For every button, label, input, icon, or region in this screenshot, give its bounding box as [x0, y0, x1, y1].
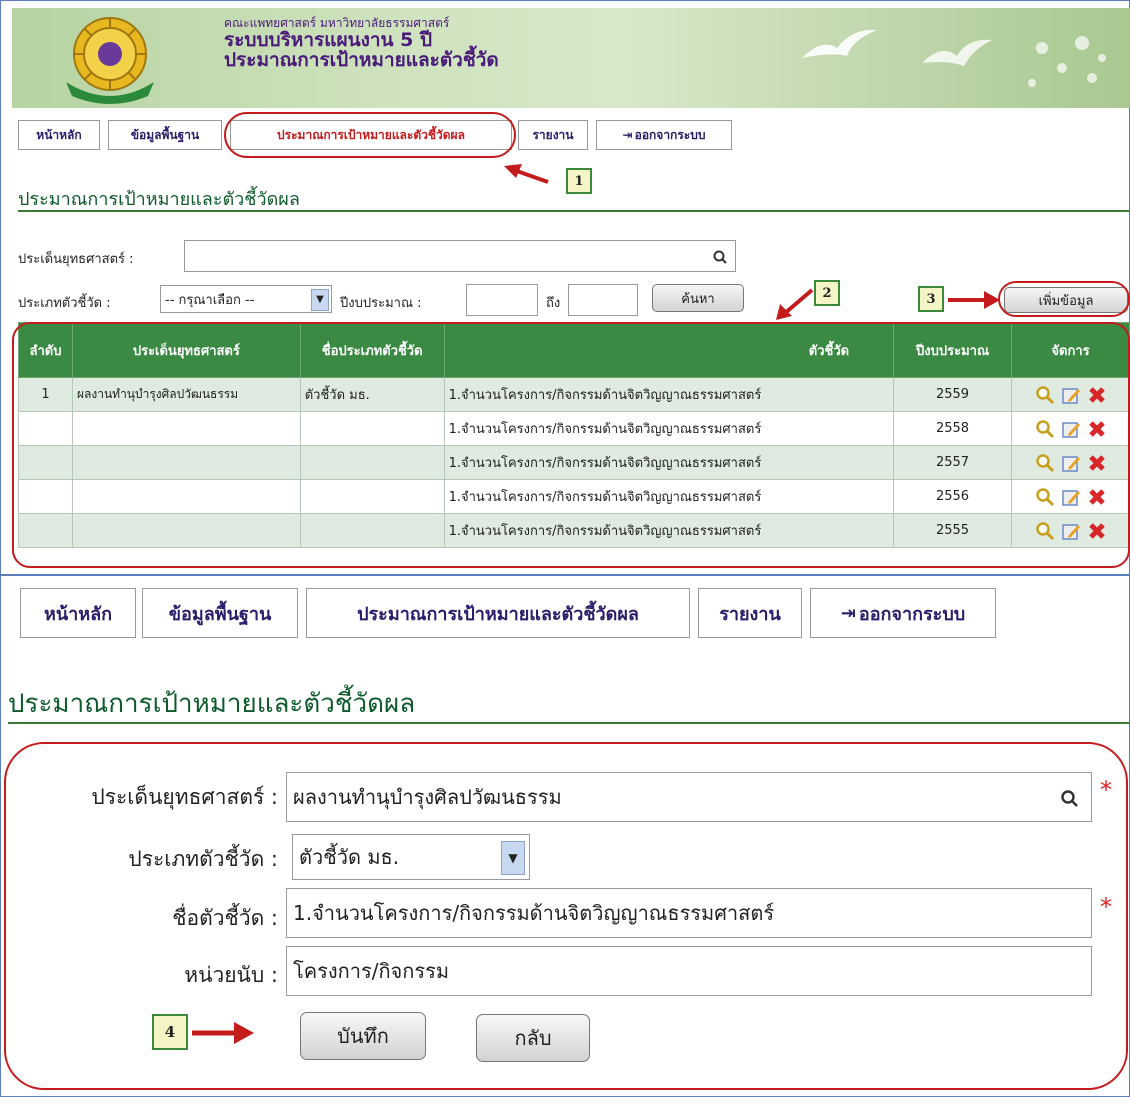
callout-2: 2	[814, 280, 840, 306]
nav-logout-label: ออกจากระบบ	[858, 603, 966, 625]
title-divider	[8, 722, 1130, 724]
logout-icon: ⇥	[622, 128, 633, 142]
search-icon[interactable]	[713, 250, 727, 264]
highlight-ring-table	[12, 322, 1130, 568]
strategy-filter-input[interactable]	[184, 240, 736, 272]
nav-home[interactable]: หน้าหลัก	[20, 588, 136, 638]
birds-decoration-icon	[802, 29, 1106, 87]
nav-basic-data[interactable]: ข้อมูลพื้นฐาน	[108, 120, 222, 150]
system-subtitle: ประมาณการเป้าหมายและตัวชี้วัด	[224, 49, 499, 71]
arrow-3-icon	[948, 291, 1000, 309]
year-to-label: ถึง	[546, 296, 561, 311]
type-filter-value: -- กรุณาเลือก --	[165, 292, 255, 308]
title-divider	[18, 210, 1130, 212]
nav-report[interactable]: รายงาน	[518, 120, 588, 150]
highlight-ring-add	[998, 281, 1130, 317]
year-to-input[interactable]	[568, 284, 638, 316]
nav-basic-data[interactable]: ข้อมูลพื้นฐาน	[142, 588, 298, 638]
nav-logout-label: ออกจากระบบ	[634, 127, 706, 142]
header-banner: คณะแพทยศาสตร์ มหาวิทยาลัยธรรมศาสตร์ ระบบ…	[12, 8, 1130, 108]
system-title: ระบบบริหารแผนงาน 5 ปี	[224, 29, 433, 51]
faculty-name: คณะแพทยศาสตร์ มหาวิทยาลัยธรรมศาสตร์	[224, 16, 450, 30]
year-from-input[interactable]	[466, 284, 538, 316]
callout-1: 1	[566, 168, 592, 194]
university-logo-icon	[66, 17, 154, 104]
nav-home[interactable]: หน้าหลัก	[18, 120, 100, 150]
highlight-ring-nav	[224, 112, 516, 158]
panel-divider	[0, 574, 1130, 576]
nav-report[interactable]: รายงาน	[698, 588, 802, 638]
highlight-ring-form	[4, 742, 1128, 1090]
strategy-filter-label: ประเด็นยุทธศาสตร์ :	[18, 252, 134, 267]
arrow-1-icon	[504, 164, 549, 184]
list-page-title: ประมาณการเป้าหมายและตัวชี้วัดผล	[18, 189, 300, 210]
logout-icon: ⇥	[840, 602, 856, 624]
callout-3: 3	[918, 286, 944, 312]
chevron-down-icon[interactable]: ▼	[311, 289, 329, 311]
type-filter-label: ประเภทตัวชี้วัด :	[18, 296, 111, 311]
form-page-title: ประมาณการเป้าหมายและตัวชี้วัดผล	[8, 689, 416, 719]
nav-logout[interactable]: ⇥ ออกจากระบบ	[596, 120, 732, 150]
year-filter-label: ปีงบประมาณ :	[340, 296, 422, 311]
arrow-2-icon	[776, 288, 814, 320]
nav-targets-indicators[interactable]: ประมาณการเป้าหมายและตัวชี้วัดผล	[306, 588, 690, 638]
nav-logout[interactable]: ⇥ ออกจากระบบ	[810, 588, 996, 638]
type-filter-select[interactable]: -- กรุณาเลือก -- ▼	[160, 285, 332, 313]
search-button[interactable]: ค้นหา	[652, 284, 744, 312]
